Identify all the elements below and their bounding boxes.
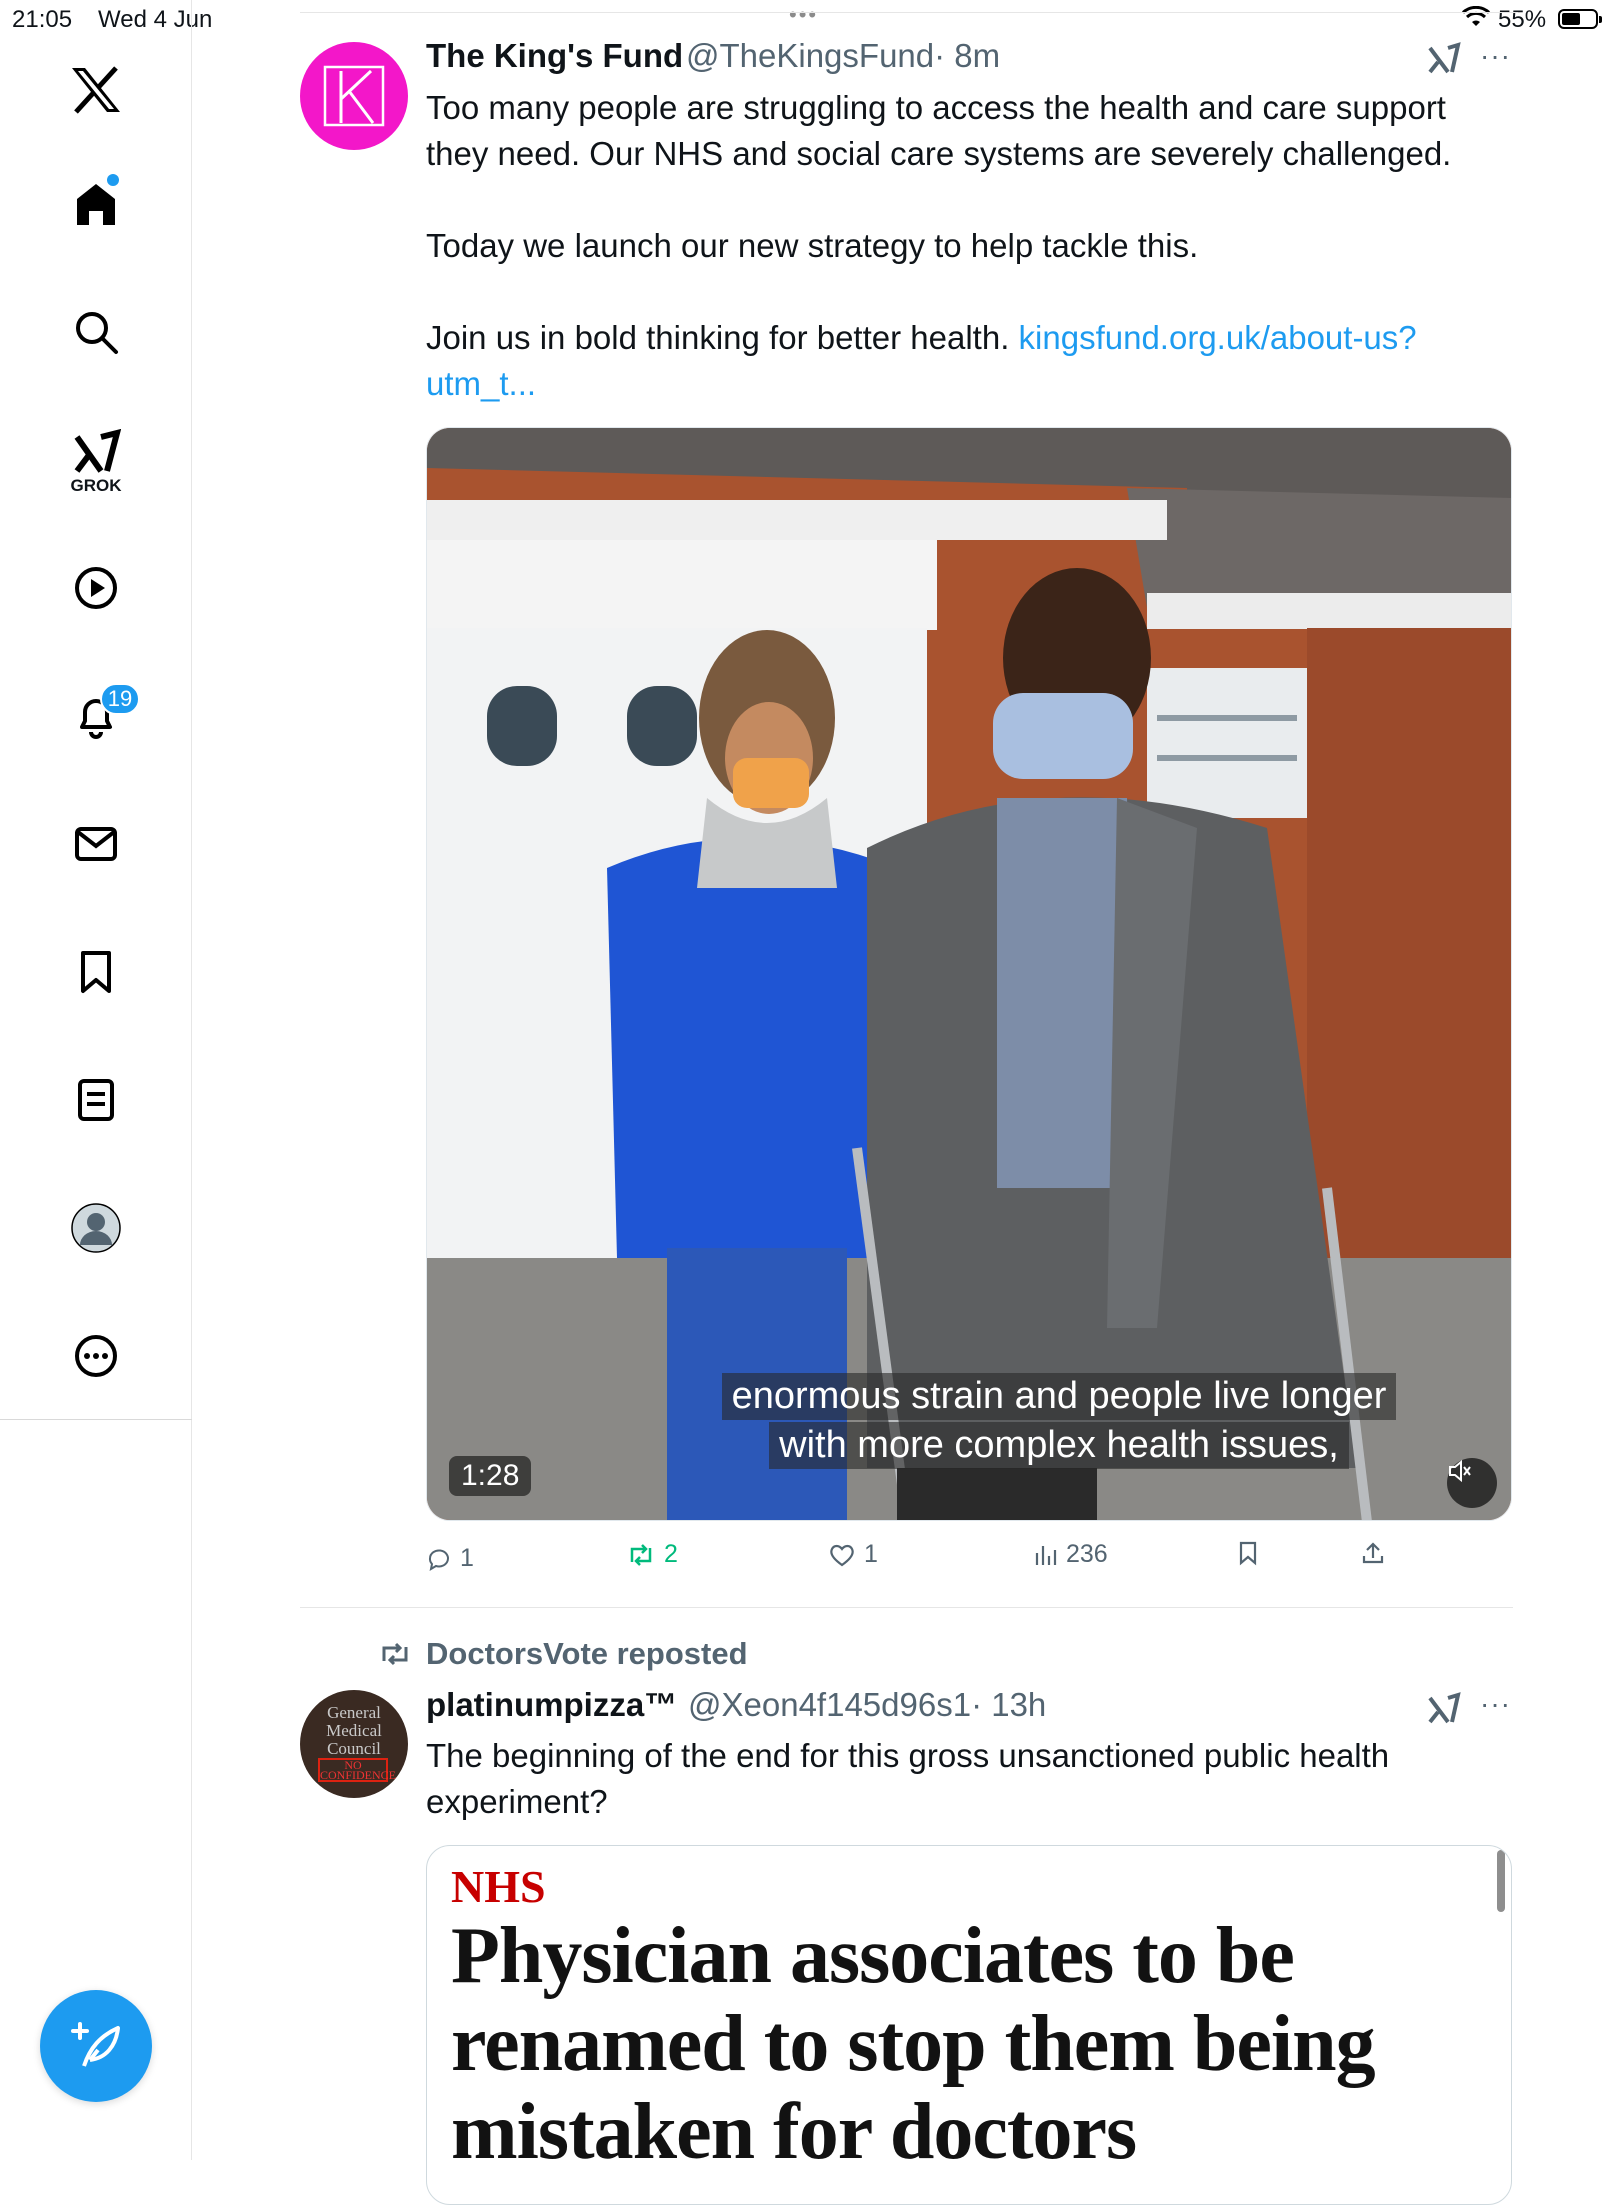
compose-post-button[interactable] — [40, 1990, 152, 2102]
more-circle-icon[interactable] — [64, 1324, 128, 1388]
tweet-text-line: they need. Our NHS and social care syste… — [426, 135, 1452, 172]
x-logo-icon[interactable] — [64, 58, 128, 122]
tweet-time: · 8m — [934, 37, 1001, 74]
reply-button[interactable]: 1 — [426, 1544, 474, 1573]
sidebar-divider — [0, 1419, 192, 1420]
video-duration: 1:28 — [449, 1456, 532, 1496]
platinumpizza-avatar[interactable]: General Medical Council NO CONFIDENCE — [300, 1690, 408, 1798]
bookmark-icon[interactable] — [64, 940, 128, 1004]
battery-icon — [1558, 9, 1602, 29]
wifi-icon — [1461, 5, 1491, 35]
card-scrollbar[interactable] — [1497, 1850, 1505, 1912]
tweet-text: The beginning of the end for this gross … — [426, 1733, 1516, 1825]
bookmark-button[interactable] — [1236, 1540, 1260, 1566]
avatar-text: Council — [327, 1739, 381, 1758]
repost-count: 2 — [664, 1540, 678, 1568]
tweet-time: · 13h — [971, 1686, 1047, 1723]
reposted-by-label: DoctorsVote reposted — [426, 1636, 748, 1671]
like-count: 1 — [864, 1540, 878, 1568]
grok-label: GROK — [70, 476, 122, 495]
tweet-author-name[interactable]: The King's Fund — [426, 37, 683, 75]
home-unread-dot — [107, 174, 119, 186]
tweet-actions: 1 2 1 236 — [426, 1540, 1516, 1580]
handle-text: @TheKingsFund — [686, 37, 935, 74]
search-icon[interactable] — [64, 300, 128, 364]
battery-percent: 55% — [1498, 6, 1547, 33]
repost-button[interactable]: 2 — [626, 1540, 678, 1569]
like-button[interactable]: 1 — [828, 1540, 878, 1569]
grok-icon[interactable] — [64, 420, 128, 484]
avatar-text: General — [327, 1703, 381, 1722]
tweet-more-icon[interactable]: ··· — [1480, 1688, 1511, 1720]
tweet-author-handle[interactable]: @TheKingsFund· 8m — [686, 37, 1000, 75]
tweet-more-icon[interactable]: ··· — [1480, 40, 1511, 72]
video-icon[interactable] — [64, 556, 128, 620]
tweet-text-line: Too many people are struggling to access… — [426, 89, 1446, 126]
avatar-text: Medical — [326, 1721, 382, 1740]
link-preview-card[interactable]: NHS Physician associates to be renamed t… — [426, 1845, 1512, 2205]
tweet-text-line: Join us in bold thinking for better heal… — [426, 319, 1010, 356]
caption-line: enormous strain and people live longer — [721, 1373, 1397, 1420]
repost-icon — [382, 1642, 408, 1666]
video-frame — [427, 428, 1511, 1520]
repost-icon — [630, 1543, 652, 1566]
notifications-badge: 19 — [100, 683, 140, 715]
grok-explain-icon[interactable] — [1426, 1690, 1462, 1731]
view-count: 236 — [1066, 1540, 1108, 1568]
tweet-author-name[interactable]: platinumpizza™ — [426, 1686, 677, 1724]
grok-explain-icon[interactable] — [1426, 40, 1462, 81]
profile-avatar-icon[interactable] — [64, 1196, 128, 1260]
share-button[interactable] — [1360, 1540, 1386, 1566]
reposted-by[interactable]: DoctorsVote reposted — [378, 1636, 748, 1672]
bookmark-icon — [1239, 1541, 1257, 1566]
tweet-link-continued[interactable]: utm_t... — [426, 365, 536, 402]
tweet-video[interactable]: enormous strain and people live longer w… — [426, 427, 1512, 1521]
tweet-text: Too many people are struggling to access… — [426, 85, 1516, 407]
mute-button[interactable] — [1447, 1458, 1497, 1508]
heart-icon — [830, 1544, 854, 1566]
status-bar: 21:05 Wed 4 Jun ••• 55% — [0, 0, 1620, 40]
caption-line: with more complex health issues, — [769, 1422, 1349, 1469]
avatar-stamp: NO CONFIDENCE — [318, 1758, 397, 1782]
tweet-author-handle[interactable]: @Xeon4f145d96s1· 13h — [688, 1686, 1046, 1724]
multitasking-dots[interactable]: ••• — [789, 2, 818, 28]
card-headline-line: renamed to stop them being — [451, 2000, 1376, 2088]
handle-text: @Xeon4f145d96s1 — [688, 1686, 972, 1723]
card-headline: Physician associates to be renamed to st… — [451, 1912, 1471, 2176]
video-captions: enormous strain and people live longer w… — [613, 1372, 1505, 1470]
card-headline-line: Physician associates to be — [451, 1912, 1295, 2000]
views-button[interactable]: 236 — [1034, 1540, 1108, 1569]
compose-feather-icon — [71, 2022, 120, 2067]
kings-fund-avatar[interactable] — [300, 42, 408, 150]
tweet-text-line: experiment? — [426, 1783, 608, 1820]
reply-count: 1 — [460, 1544, 474, 1572]
muted-speaker-icon — [1449, 1459, 1471, 1483]
tweet-text-line: Today we launch our new strategy to help… — [426, 227, 1199, 264]
reply-icon — [428, 1549, 449, 1571]
lists-icon[interactable] — [64, 1068, 128, 1132]
card-headline-line: mistaken for doctors — [451, 2088, 1137, 2176]
feed-top-divider — [300, 12, 1518, 13]
card-section-label: NHS — [451, 1861, 546, 1912]
messages-envelope-icon[interactable] — [64, 812, 128, 876]
share-icon — [1362, 1542, 1384, 1564]
tweet-text-line: The beginning of the end for this gross … — [426, 1737, 1390, 1774]
tweet-link[interactable]: kingsfund.org.uk/about-us? — [1019, 319, 1417, 356]
sidebar: GROK 19 — [0, 0, 192, 2160]
tweet-divider — [300, 1607, 1513, 1608]
views-chart-icon — [1035, 1545, 1057, 1565]
